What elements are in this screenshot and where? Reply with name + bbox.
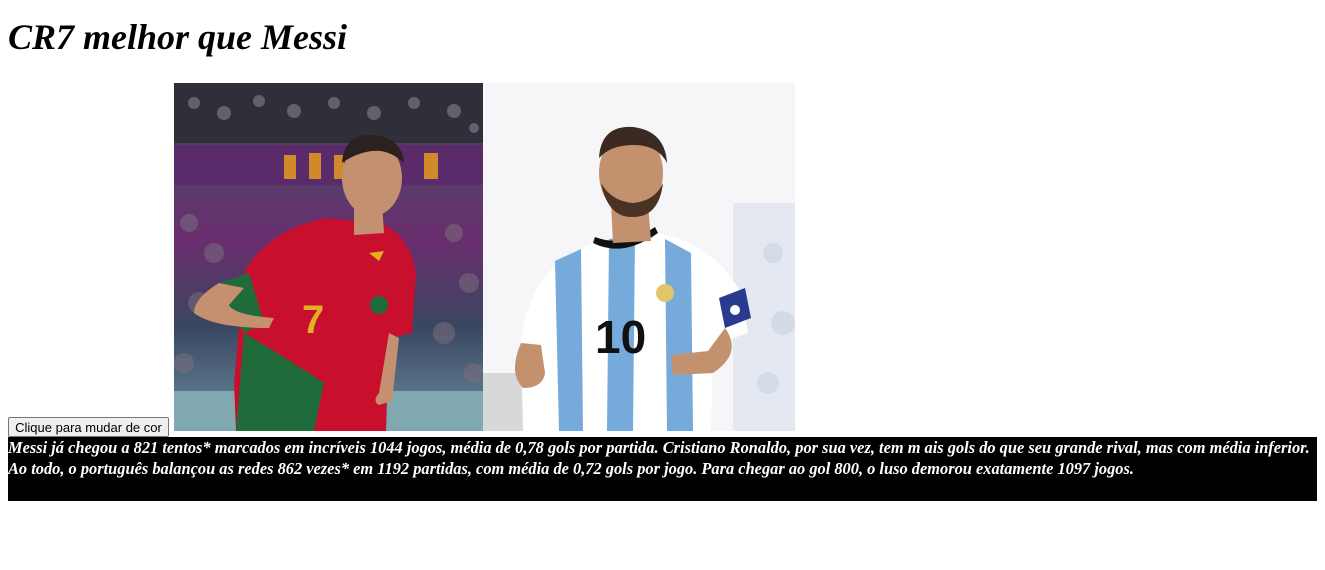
- svg-text:7: 7: [302, 298, 324, 342]
- cristiano-ronaldo-image: 7: [174, 83, 486, 431]
- svg-text:10: 10: [595, 311, 646, 363]
- cristiano-ronaldo-illustration: 7: [174, 83, 486, 431]
- lionel-messi-illustration: 10: [483, 83, 795, 431]
- lionel-messi-image: 10: [483, 83, 795, 431]
- change-color-button[interactable]: Clique para mudar de cor: [8, 417, 169, 437]
- page-title: CR7 melhor que Messi: [8, 17, 348, 57]
- article-text: Messi já chegou a 821 tentos* marcados e…: [8, 437, 1317, 501]
